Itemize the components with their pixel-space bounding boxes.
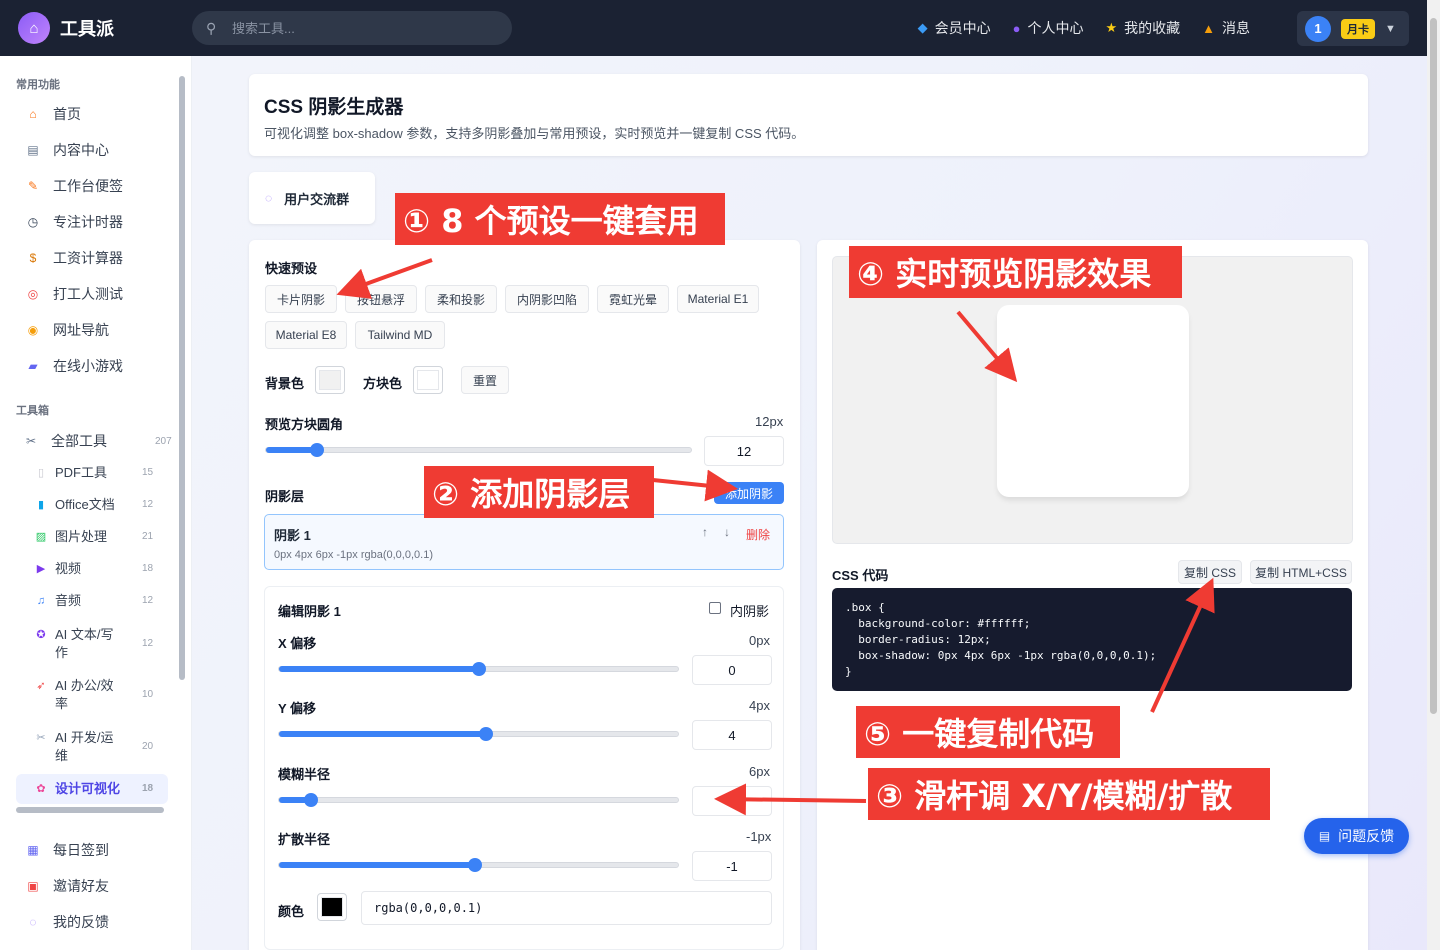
annotation-preview: ④ 实时预览阴影效果 [849, 246, 1182, 298]
arrow-to-presets [336, 258, 433, 299]
scrollbar-thumb[interactable] [1430, 18, 1437, 714]
feedback-label: 问题反馈 [1338, 828, 1395, 844]
page-scrollbar[interactable] [1427, 0, 1440, 950]
arrow-to-blur-input [714, 783, 867, 816]
feedback-button[interactable]: ▤ 问题反馈 [1304, 818, 1409, 854]
annotation-copy: ⑤ 一键复制代码 [856, 706, 1120, 758]
arrow-to-add-shadow [652, 469, 738, 502]
arrow-to-preview [956, 310, 1018, 383]
document-icon: ▤ [1318, 829, 1331, 843]
annotation-add-layer: ② 添加阴影层 [424, 466, 654, 518]
annotation-sliders: ③ 滑杆调 X/Y/模糊/扩散 [868, 768, 1270, 820]
annotation-presets: ① 8 个预设一键套用 [395, 193, 725, 245]
arrow-to-copy-css [1150, 577, 1215, 713]
